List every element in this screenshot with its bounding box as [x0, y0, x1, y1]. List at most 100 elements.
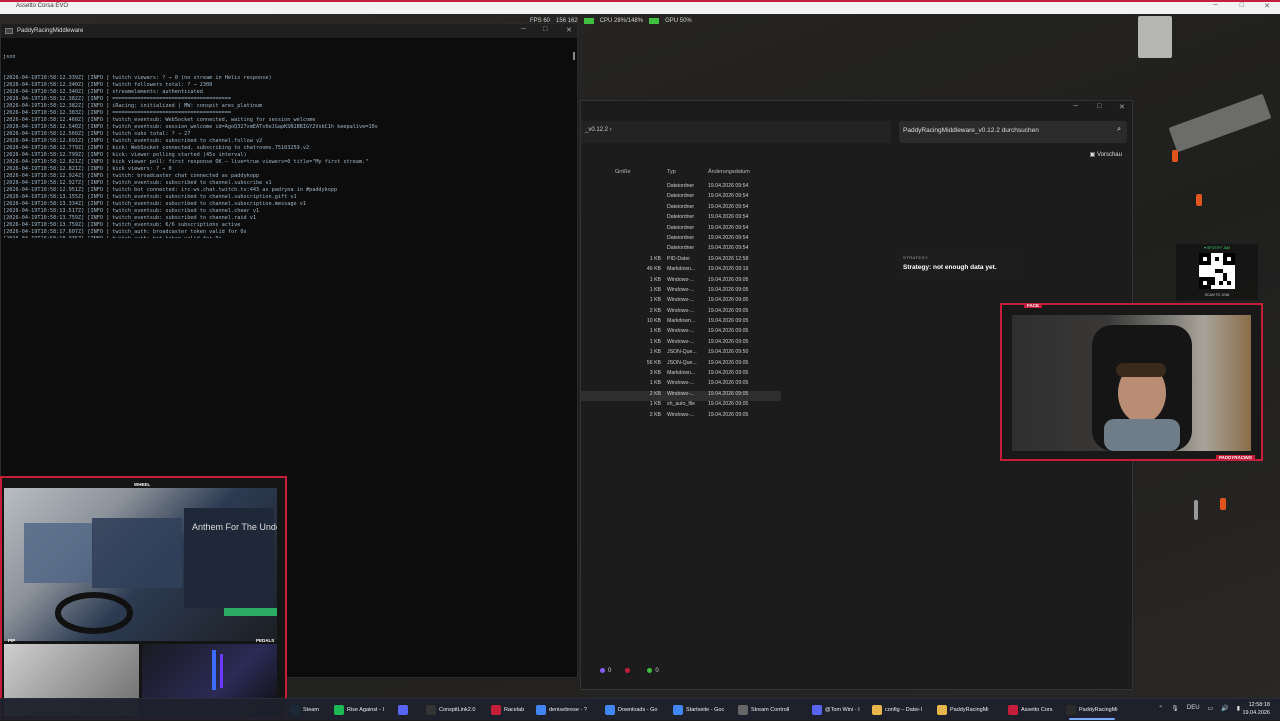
file-row[interactable]: 3 KB Markdown... 19.04.2026 09:05 [581, 370, 781, 380]
file-row[interactable]: 1 KB Windows-... 19.04.2026 09:05 [581, 328, 781, 338]
column-size[interactable]: Größe [615, 169, 645, 175]
column-type[interactable]: Typ [667, 169, 707, 175]
clock[interactable]: 12:58:18 19.04.2026 [1242, 701, 1270, 717]
file-type: Windows-... [667, 297, 695, 304]
volume-icon[interactable]: 🔊 [1221, 705, 1228, 712]
explorer-close-button[interactable]: ✕ [1119, 103, 1125, 111]
file-row[interactable]: 2 KB Windows-... 19.04.2026 09:05 [581, 308, 781, 318]
file-date: 19.04.2026 09:05 [708, 328, 749, 335]
file-row[interactable]: 1 KB Windows-... 19.04.2026 09:05 [581, 339, 781, 349]
qr-code-icon [1199, 253, 1235, 289]
console-line: [2026-04-19T10:58:12.821Z] [INFO ] kick … [3, 159, 369, 165]
file-row[interactable]: Dateiordner 19.04.2026 09:54 [581, 235, 781, 245]
file-row[interactable]: Dateiordner 19.04.2026 09:54 [581, 245, 781, 255]
file-date: 19.04.2026 09:05 [708, 318, 749, 325]
taskbar-item[interactable]: @Tom Wini - I [812, 702, 860, 718]
taskbar-item[interactable]: PaddyRacingMi [1066, 702, 1118, 720]
chrome-icon [536, 705, 546, 715]
network-icon[interactable]: ▭ [1208, 705, 1214, 712]
console-line: [2026-04-19T10:58:12.340Z] [INFO ] twitc… [3, 82, 213, 88]
taskbar-item-label: Rise Against - I [347, 707, 384, 713]
maximize-button[interactable]: □ [1240, 2, 1244, 9]
console-close-button[interactable]: ✕ [566, 26, 572, 34]
ac-icon [1008, 705, 1018, 715]
taskbar-item[interactable]: Startseite - Goc [673, 702, 724, 718]
file-row[interactable]: 1 KB JSON-Que... 19.04.2026 09:50 [581, 349, 781, 359]
preview-label: Vorschau [1096, 152, 1122, 158]
taskbar-item[interactable] [398, 702, 411, 718]
taskbar-item[interactable]: ConspitLink2.0 [426, 702, 475, 718]
search-input[interactable]: PaddyRacingMiddleware_v0.12.2 durchsuche… [899, 121, 1127, 143]
game-window-titlebar: Assetto Corsa EVO ─ □ ✕ [0, 0, 1280, 14]
file-row[interactable]: 1 KB Windows-... 19.04.2026 09:05 [581, 277, 781, 287]
taskbar-item[interactable]: Stream Controll [738, 702, 789, 718]
address-bar[interactable]: _v0.12.2 › [581, 121, 891, 143]
file-row[interactable]: 2 KB Windows-... 19.04.2026 09:05 [581, 412, 781, 422]
gpu-bar [649, 17, 660, 24]
taskbar-item[interactable]: PaddyRacingMi [937, 702, 989, 718]
search-icon: ⌕ [1117, 126, 1121, 133]
file-date: 19.04.2026 09:05 [708, 411, 749, 418]
console-maximize-button[interactable]: □ [543, 26, 547, 33]
file-size: 2 KB [649, 411, 661, 418]
taskbar-item[interactable]: Racelab [491, 702, 524, 718]
folder-icon [872, 705, 882, 715]
file-row[interactable]: 1 KB Windows-... 19.04.2026 09:05 [581, 297, 781, 307]
console-titlebar[interactable]: PaddyRacingMiddleware ─ □ ✕ [1, 24, 577, 38]
file-row[interactable]: 1 KB PID-Datei 19.04.2026 12:58 [581, 256, 781, 266]
taskbar: Steam Rise Against - I ConspitLink2.0 Racel… [0, 698, 1280, 720]
green-dot-icon [647, 668, 653, 673]
file-row[interactable]: Dateiordner 19.04.2026 09:54 [581, 193, 781, 203]
file-row[interactable]: 1 KB Windows-... 19.04.2026 09:05 [581, 380, 781, 390]
game-window-title: Assetto Corsa EVO [16, 3, 69, 9]
file-row[interactable]: Dateiordner 19.04.2026 09:54 [581, 214, 781, 224]
taskbar-item[interactable]: Rise Against - I [334, 702, 384, 718]
file-row[interactable]: 2 KB Windows-... 19.04.2026 09:05 [581, 390, 781, 402]
clock-date: 19.04.2026 [1242, 710, 1270, 716]
file-row[interactable]: Dateiordner 19.04.2026 09:54 [581, 183, 781, 193]
taskbar-item[interactable]: config – Datei-I [872, 702, 922, 718]
file-row[interactable]: Dateiordner 19.04.2026 09:54 [581, 225, 781, 235]
chevron-up-icon[interactable]: ⌃ [1158, 705, 1163, 712]
file-row[interactable]: 10 KB Markdown... 19.04.2026 09:05 [581, 318, 781, 328]
battery-icon[interactable]: ▮ [1237, 705, 1240, 712]
file-row[interactable]: 1 KB sh_auto_file 19.04.2026 09:05 [581, 401, 781, 411]
discord-icon [398, 705, 408, 715]
taskbar-item-label: config – Datei-I [885, 707, 922, 713]
microphone-icon[interactable]: 🎙 [1171, 705, 1179, 712]
file-row[interactable]: 1 KB Windows-... 19.04.2026 09:05 [581, 287, 781, 297]
explorer-maximize-button[interactable]: □ [1097, 103, 1101, 110]
taskbar-item[interactable]: Steam [290, 702, 319, 718]
minimize-button[interactable]: ─ [1213, 2, 1218, 9]
taskbar-item[interactable]: denisebrese - ? [536, 702, 587, 718]
file-size: 10 KB [646, 318, 661, 325]
taskbar-item[interactable]: Downloads - Go [605, 702, 657, 718]
taskbar-item-label: Racelab [504, 707, 525, 713]
file-type: Windows-... [667, 328, 695, 335]
app-icon [738, 705, 748, 715]
column-date[interactable]: Änderungsdatum [708, 169, 768, 175]
console-scrollbar[interactable] [573, 52, 575, 60]
file-row[interactable]: 46 KB Markdown... 19.04.2026 09:19 [581, 266, 781, 276]
explorer-titlebar[interactable]: ─ □ ✕ [581, 101, 1132, 115]
close-button[interactable]: ✕ [1264, 2, 1270, 10]
language-indicator[interactable]: DEU [1187, 705, 1200, 712]
hud-counter-green: 0 [647, 668, 659, 674]
console-output[interactable]: json [2026-04-19T10:58:12.339Z] [INFO ] … [1, 38, 577, 238]
console-line: [2026-04-19T10:58:12.460Z] [INFO ] twitc… [3, 117, 316, 123]
console-line: [2026-04-19T10:58:12.383Z] [INFO ] =====… [3, 110, 231, 116]
console-minimize-button[interactable]: ─ [521, 26, 526, 33]
preview-button[interactable]: ▣ Vorschau [1090, 151, 1122, 158]
file-row[interactable]: 56 KB JSON-Que... 19.04.2026 09:05 [581, 360, 781, 370]
file-date: 19.04.2026 09:19 [708, 266, 749, 273]
file-list[interactable]: Dateiordner 19.04.2026 09:54 Dateiordner 19… [581, 183, 781, 422]
folder-icon [937, 705, 947, 715]
file-row[interactable]: Dateiordner 19.04.2026 09:54 [581, 204, 781, 214]
explorer-minimize-button[interactable]: ─ [1073, 103, 1078, 110]
address-segment[interactable]: _v0.12.2 [585, 127, 608, 133]
taskbar-item[interactable]: Assetto Cors [1008, 702, 1052, 718]
wheel-camera-label: WHEEL [134, 482, 151, 487]
file-date: 19.04.2026 09:05 [708, 286, 749, 293]
strategy-text: Strategy: not enough data yet. [903, 264, 997, 271]
file-type: JSON-Que... [667, 359, 697, 366]
